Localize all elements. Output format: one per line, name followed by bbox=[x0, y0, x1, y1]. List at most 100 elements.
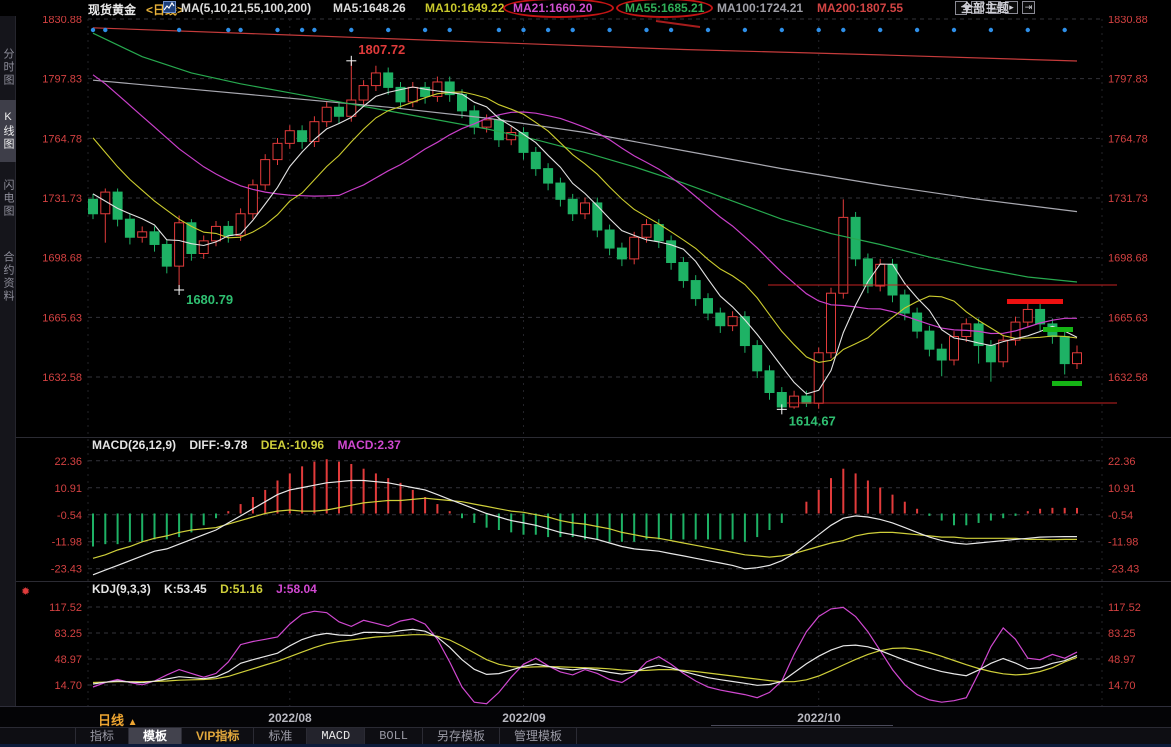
signal-dot bbox=[841, 28, 845, 32]
chart-header: 现货黄金 <日线> MA(5,10,21,55,100,200) MA5:164… bbox=[0, 0, 1171, 16]
candle-body bbox=[765, 371, 774, 393]
candle-body bbox=[298, 131, 307, 142]
scrollbar-indicator[interactable] bbox=[711, 725, 893, 726]
svg-text:1797.83: 1797.83 bbox=[1108, 74, 1148, 86]
header-toolbar: 全部主题▼ ✛ ⊡ ▸ ⇥ bbox=[955, 1, 1035, 16]
theme-dropdown-button[interactable]: 全部主题▼ bbox=[955, 1, 967, 15]
macd-title: MACD(26,12,9) bbox=[92, 438, 176, 452]
period-selector-label: 日线 bbox=[98, 713, 124, 728]
tab-vip-indicators[interactable]: VIP指标 bbox=[182, 728, 254, 744]
candle-body bbox=[175, 223, 184, 266]
svg-text:1764.78: 1764.78 bbox=[1108, 133, 1148, 145]
ma200-line bbox=[93, 28, 1077, 61]
peak-price-label: 1807.72 bbox=[358, 42, 405, 57]
export-icon[interactable]: ⇥ bbox=[1022, 1, 1035, 14]
candle-body bbox=[986, 346, 995, 362]
signal-dot bbox=[103, 28, 107, 32]
candle-body bbox=[728, 317, 737, 326]
candle-body bbox=[790, 396, 799, 407]
signal-dot bbox=[226, 28, 230, 32]
candle-body bbox=[89, 199, 98, 213]
candle-body bbox=[285, 131, 294, 144]
candle-body bbox=[704, 299, 713, 313]
signal-dot bbox=[448, 28, 452, 32]
candle-body bbox=[679, 263, 688, 281]
svg-text:-23.43: -23.43 bbox=[1108, 564, 1139, 576]
signal-dot bbox=[1026, 28, 1030, 32]
k-line bbox=[93, 629, 1077, 685]
sidebar-item-contract-info[interactable]: 合约资料 bbox=[0, 234, 16, 320]
signal-dot bbox=[521, 28, 525, 32]
sidebar-item-flash-chart[interactable]: 闪电图 bbox=[0, 166, 16, 230]
signal-dot bbox=[571, 28, 575, 32]
svg-text:22.36: 22.36 bbox=[1108, 456, 1136, 468]
grid-layer: 1830.881830.881797.831797.831764.781764.… bbox=[16, 16, 1171, 706]
candle-body bbox=[654, 225, 663, 241]
signal-dot bbox=[238, 28, 242, 32]
ma55-line bbox=[93, 33, 1077, 282]
tab-templates[interactable]: 模板 bbox=[129, 728, 182, 744]
ma100-line bbox=[93, 80, 1077, 211]
tab-standard[interactable]: 标准 bbox=[254, 728, 307, 744]
candle-body bbox=[273, 143, 282, 159]
signal-dot bbox=[607, 28, 611, 32]
svg-text:10.91: 10.91 bbox=[54, 483, 82, 495]
candle-body bbox=[937, 349, 946, 360]
tab-indicators[interactable]: 指标 bbox=[75, 728, 129, 744]
candle-body bbox=[568, 199, 577, 213]
candle-body bbox=[138, 232, 147, 237]
signal-dot bbox=[546, 28, 550, 32]
kdj-panel-header: KDJ(9,3,3) K:53.45 D:51.16 J:58.04 bbox=[92, 582, 327, 596]
svg-text:1830.88: 1830.88 bbox=[1108, 16, 1148, 26]
sidebar-item-kline-chart[interactable]: K线图 bbox=[0, 100, 16, 162]
candle-body bbox=[482, 120, 491, 127]
symbol-name: 现货黄金 bbox=[88, 1, 136, 18]
candle-body bbox=[802, 396, 811, 403]
candle-body bbox=[458, 95, 467, 111]
low-price-label: 1680.79 bbox=[186, 292, 233, 307]
k-value: K:53.45 bbox=[164, 582, 207, 596]
signal-dot bbox=[312, 28, 316, 32]
sidebar-item-timeline-chart[interactable]: 分时图 bbox=[0, 36, 16, 98]
tab-manage-templates[interactable]: 管理模板 bbox=[500, 728, 577, 744]
candle-body bbox=[113, 192, 122, 219]
line-chart-icon[interactable] bbox=[163, 1, 176, 13]
candle-body bbox=[335, 107, 344, 116]
candle-body bbox=[261, 160, 270, 185]
candle-body bbox=[236, 214, 245, 236]
candle-body bbox=[310, 122, 319, 142]
signal-dot bbox=[275, 28, 279, 32]
svg-text:1698.68: 1698.68 bbox=[42, 253, 82, 265]
candle-body bbox=[150, 232, 159, 245]
candle-body bbox=[408, 87, 417, 101]
candle-body bbox=[925, 331, 934, 349]
annotation-circle-ma21 bbox=[503, 0, 614, 18]
ma200-value: MA200:1807.55 bbox=[817, 1, 903, 15]
candle-body bbox=[827, 293, 836, 353]
svg-text:117.52: 117.52 bbox=[1108, 602, 1141, 614]
tab-boll[interactable]: BOLL bbox=[365, 728, 423, 744]
macd-panel-header: MACD(26,12,9) DIFF:-9.78 DEA:-10.96 MACD… bbox=[92, 438, 411, 452]
candle-body bbox=[199, 241, 208, 254]
candle-body bbox=[224, 226, 233, 235]
drawn-resistance-bar bbox=[1007, 299, 1063, 304]
tab-save-template[interactable]: 另存模板 bbox=[423, 728, 500, 744]
chart-canvas[interactable]: 1830.881830.881797.831797.831764.781764.… bbox=[16, 16, 1171, 706]
x-axis-label-oct: 2022/10 bbox=[779, 711, 859, 725]
svg-text:1797.83: 1797.83 bbox=[42, 74, 82, 86]
candle-body bbox=[740, 317, 749, 346]
svg-text:83.25: 83.25 bbox=[54, 628, 82, 640]
indicator-settings-icon[interactable]: ✹ bbox=[21, 585, 30, 598]
signal-dot bbox=[878, 28, 882, 32]
candle-body bbox=[371, 73, 380, 86]
svg-text:-0.54: -0.54 bbox=[57, 510, 82, 522]
x-axis-label-aug: 2022/08 bbox=[250, 711, 330, 725]
candle-body bbox=[691, 281, 700, 299]
svg-text:-11.98: -11.98 bbox=[1108, 537, 1138, 549]
tab-macd[interactable]: MACD bbox=[307, 728, 365, 744]
candle-body bbox=[162, 244, 171, 266]
signal-dot bbox=[300, 28, 304, 32]
svg-text:1632.58: 1632.58 bbox=[1108, 372, 1148, 384]
signal-dot bbox=[915, 28, 919, 32]
candle-body bbox=[125, 219, 134, 237]
